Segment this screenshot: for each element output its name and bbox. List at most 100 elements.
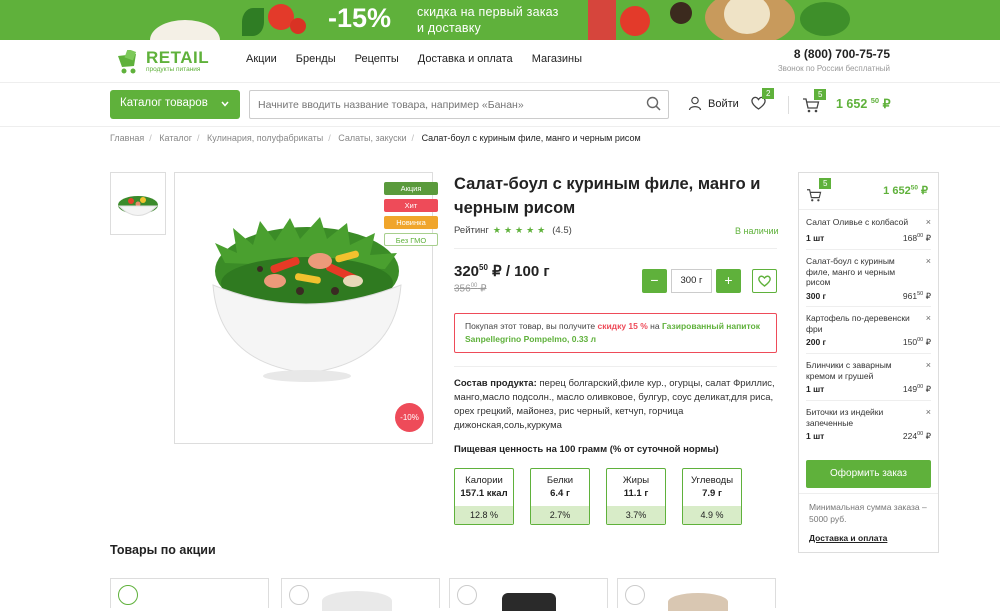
breadcrumb-item-salads[interactable]: Салаты, закуски bbox=[338, 133, 406, 143]
breadcrumb-item-cooking[interactable]: Кулинария, полуфабрикаты bbox=[207, 133, 323, 143]
remove-item-icon[interactable]: × bbox=[926, 360, 931, 370]
gift-promo-notice: Покупая этот товар, вы получите скидку 1… bbox=[454, 313, 777, 353]
heart-icon[interactable] bbox=[118, 585, 138, 605]
breadcrumb-item-catalog[interactable]: Каталог bbox=[159, 133, 192, 143]
nutrition-percent: 12.8 % bbox=[455, 506, 513, 524]
search-input[interactable] bbox=[249, 90, 669, 119]
remove-item-icon[interactable]: × bbox=[926, 313, 931, 323]
related-product-card[interactable] bbox=[281, 578, 440, 611]
heart-icon[interactable] bbox=[457, 585, 477, 605]
nav-item-stores[interactable]: Магазины bbox=[532, 53, 582, 65]
nutrition-name: Жиры bbox=[622, 475, 650, 486]
nutrition-name: Углеводы bbox=[690, 475, 734, 486]
promo-text-line2: и доставку bbox=[417, 21, 481, 35]
search-icon[interactable] bbox=[646, 96, 662, 112]
rating-stars-icon[interactable]: ★★★★★ bbox=[493, 225, 548, 236]
rating-value: (4.5) bbox=[552, 225, 572, 236]
login-label: Войти bbox=[708, 97, 739, 110]
breadcrumb-item-current: Салат-боул с куриным филе, манго и черны… bbox=[421, 133, 641, 143]
mini-cart-item-name[interactable]: Картофель по-деревенски фри bbox=[806, 313, 916, 334]
promo-percent: -15% bbox=[328, 3, 392, 33]
promo-text: скидка на первый заказ и доставку bbox=[417, 4, 559, 36]
remove-item-icon[interactable]: × bbox=[926, 217, 931, 227]
related-product-card[interactable] bbox=[617, 578, 776, 611]
mini-cart-item-name[interactable]: Салат-боул с куриным филе, манго и черны… bbox=[806, 256, 916, 288]
price-unit: ₽ / 100 г bbox=[492, 263, 550, 280]
mini-cart-item-name[interactable]: Биточки из индейки запеченные bbox=[806, 407, 916, 428]
mini-cart-item: Картофель по-деревенски фри × 200 г 1500… bbox=[806, 313, 933, 347]
logo-subtitle: продукты питания bbox=[146, 66, 201, 73]
product-thumbnail[interactable] bbox=[110, 172, 166, 235]
mini-cart-item-price: 14900 ₽ bbox=[903, 384, 931, 395]
favorites-button[interactable]: 2 bbox=[750, 88, 775, 116]
breadcrumb-separator: / bbox=[197, 133, 200, 143]
heart-icon[interactable] bbox=[289, 585, 309, 605]
mini-cart-item-name[interactable]: Салат Оливье с колбасой bbox=[806, 217, 916, 228]
catalog-label: Каталог товаров bbox=[120, 97, 208, 109]
nutrition-value: 157.1 ккал bbox=[460, 488, 508, 499]
cart-icon bbox=[807, 189, 822, 202]
cart-total[interactable]: 1 652 50 ₽ bbox=[836, 96, 891, 111]
logo-title: RETAIL bbox=[146, 48, 210, 67]
mini-cart: 5 1 65250 ₽ Салат Оливье с колбасой × 1 … bbox=[798, 172, 939, 553]
mini-cart-item-name[interactable]: Блинчики с заварным кремом и грушей bbox=[806, 360, 916, 381]
cart-total-cents: 50 bbox=[870, 96, 880, 105]
item-price-currency: ₽ bbox=[925, 291, 931, 301]
breadcrumb-item-home[interactable]: Главная bbox=[110, 133, 144, 143]
catalog-button[interactable]: Каталог товаров bbox=[110, 90, 240, 119]
old-price-cents: 00 bbox=[470, 283, 478, 289]
spice-decoration bbox=[670, 2, 692, 24]
tag-no-gmo: Без ГМО bbox=[384, 233, 438, 246]
breadcrumb-separator: / bbox=[149, 133, 152, 143]
divider bbox=[806, 353, 931, 354]
mini-cart-item-qty: 1 шт bbox=[806, 233, 825, 243]
promo-banner[interactable]: -15% скидка на первый заказ и доставку bbox=[0, 0, 1000, 40]
item-price-main: 961 bbox=[902, 291, 918, 301]
related-product-card[interactable] bbox=[110, 578, 269, 608]
bowl-decoration bbox=[150, 20, 220, 40]
quantity-input[interactable]: 300 г bbox=[671, 269, 712, 293]
leaf-decoration bbox=[242, 8, 264, 36]
cart-button[interactable]: 5 bbox=[802, 89, 827, 118]
nutrition-carbs: Углеводы 7.9 г 4.9 % bbox=[682, 468, 742, 525]
heart-icon bbox=[758, 275, 771, 287]
mini-cart-total-main: 1 652 bbox=[883, 185, 911, 197]
phone-number[interactable]: 8 (800) 700-75-75 bbox=[794, 47, 890, 61]
item-price-main: 150 bbox=[902, 337, 918, 347]
product-tags: Акция Хит Новинка Без ГМО bbox=[384, 182, 438, 250]
old-price-currency: ₽ bbox=[480, 283, 487, 295]
nav-item-brands[interactable]: Бренды bbox=[296, 53, 336, 65]
item-price-main: 149 bbox=[902, 384, 918, 394]
related-product-card[interactable] bbox=[449, 578, 608, 611]
delivery-link[interactable]: Доставка и оплата bbox=[809, 533, 887, 543]
main-nav: Акции Бренды Рецепты Доставка и оплата М… bbox=[246, 53, 601, 65]
heart-icon[interactable] bbox=[625, 585, 645, 605]
checkout-button[interactable]: Оформить заказ bbox=[806, 460, 931, 488]
mini-cart-item-price: 96150 ₽ bbox=[903, 291, 931, 302]
mini-cart-item-qty: 300 г bbox=[806, 291, 827, 301]
promo-notice-text: на bbox=[647, 321, 662, 331]
salad-thumbnail-image bbox=[117, 196, 159, 216]
item-price-cents: 00 bbox=[917, 337, 924, 344]
cart-total-main: 1 652 bbox=[836, 97, 868, 112]
quantity-minus-button[interactable]: − bbox=[642, 269, 667, 293]
remove-item-icon[interactable]: × bbox=[926, 407, 931, 417]
remove-item-icon[interactable]: × bbox=[926, 256, 931, 266]
divider bbox=[806, 249, 931, 250]
quantity-plus-button[interactable]: + bbox=[716, 269, 741, 293]
item-price-cents: 00 bbox=[917, 431, 924, 438]
nav-item-recipes[interactable]: Рецепты bbox=[355, 53, 399, 65]
logo-cart-icon bbox=[118, 50, 137, 74]
add-to-favorites-button[interactable] bbox=[752, 269, 777, 293]
product-price: 32050 ₽ / 100 г bbox=[454, 262, 550, 280]
product-image bbox=[322, 591, 392, 611]
nutrition-name: Калории bbox=[465, 475, 503, 486]
search-row: Каталог товаров Войти 2 5 1 652 50 ₽ bbox=[0, 82, 1000, 127]
nav-item-delivery[interactable]: Доставка и оплата bbox=[418, 53, 513, 65]
item-price-cents: 00 bbox=[917, 384, 924, 391]
login-link[interactable]: Войти bbox=[688, 96, 739, 111]
tag-sale: Акция bbox=[384, 182, 438, 195]
logo[interactable]: RETAIL продукты питания bbox=[114, 48, 224, 76]
nav-item-sales[interactable]: Акции bbox=[246, 53, 277, 65]
tomato-decoration bbox=[290, 18, 306, 34]
